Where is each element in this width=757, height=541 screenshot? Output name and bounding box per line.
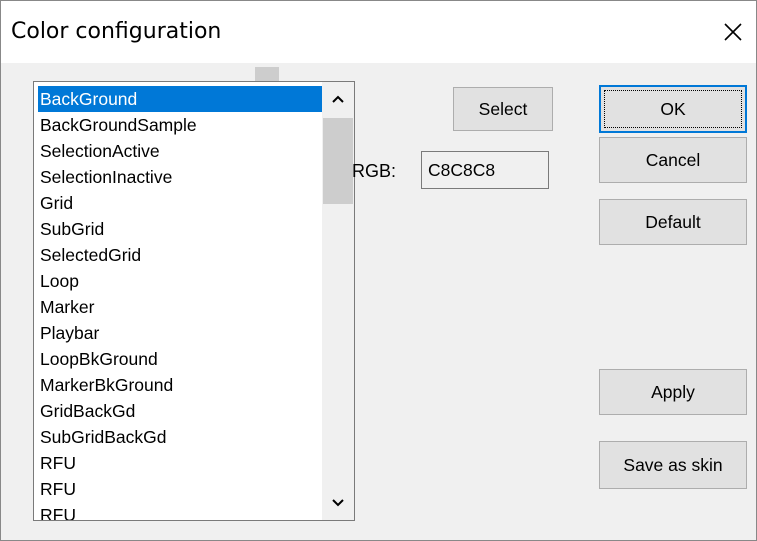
list-item[interactable]: LoopBkGround (38, 346, 322, 372)
list-item[interactable]: Grid (38, 190, 322, 216)
list-item[interactable]: GridBackGd (38, 398, 322, 424)
list-item[interactable]: Loop (38, 268, 322, 294)
list-scrollbar[interactable] (322, 82, 354, 520)
title-bar: Color configuration (1, 1, 756, 63)
list-item[interactable]: SubGrid (38, 216, 322, 242)
close-icon (724, 23, 742, 41)
chevron-up-icon (332, 95, 344, 103)
color-configuration-dialog: Color configuration BackGround BackGround… (0, 0, 757, 541)
default-button[interactable]: Default (599, 199, 747, 245)
list-item[interactable]: MarkerBkGround (38, 372, 322, 398)
list-item[interactable]: SelectionInactive (38, 164, 322, 190)
color-element-list[interactable]: BackGround BackGroundSample SelectionActiv… (33, 81, 355, 521)
list-item[interactable]: Marker (38, 294, 322, 320)
cancel-button[interactable]: Cancel (599, 137, 747, 183)
list-item[interactable]: BackGroundSample (38, 112, 322, 138)
list-item[interactable]: SelectedGrid (38, 242, 322, 268)
ok-button[interactable]: OK (599, 85, 747, 133)
list-items: BackGround BackGroundSample SelectionActiv… (38, 86, 322, 520)
select-button[interactable]: Select (453, 87, 553, 131)
list-item[interactable]: RFU (38, 502, 322, 520)
scroll-up-button[interactable] (322, 82, 354, 116)
list-item[interactable]: Playbar (38, 320, 322, 346)
list-item[interactable]: RFU (38, 476, 322, 502)
list-item[interactable]: SubGridBackGd (38, 424, 322, 450)
close-button[interactable] (710, 9, 756, 55)
list-item[interactable]: SelectionActive (38, 138, 322, 164)
chevron-down-icon (332, 499, 344, 507)
save-as-skin-button[interactable]: Save as skin (599, 441, 747, 489)
rgb-label: RGB: (352, 161, 397, 181)
scroll-thumb[interactable] (323, 118, 353, 204)
rgb-value-field[interactable]: C8C8C8 (421, 151, 549, 189)
list-item[interactable]: BackGround (38, 86, 322, 112)
apply-button[interactable]: Apply (599, 369, 747, 415)
scroll-down-button[interactable] (322, 486, 354, 520)
window-title: Color configuration (11, 19, 222, 44)
list-item[interactable]: RFU (38, 450, 322, 476)
focus-rectangle (604, 90, 742, 128)
